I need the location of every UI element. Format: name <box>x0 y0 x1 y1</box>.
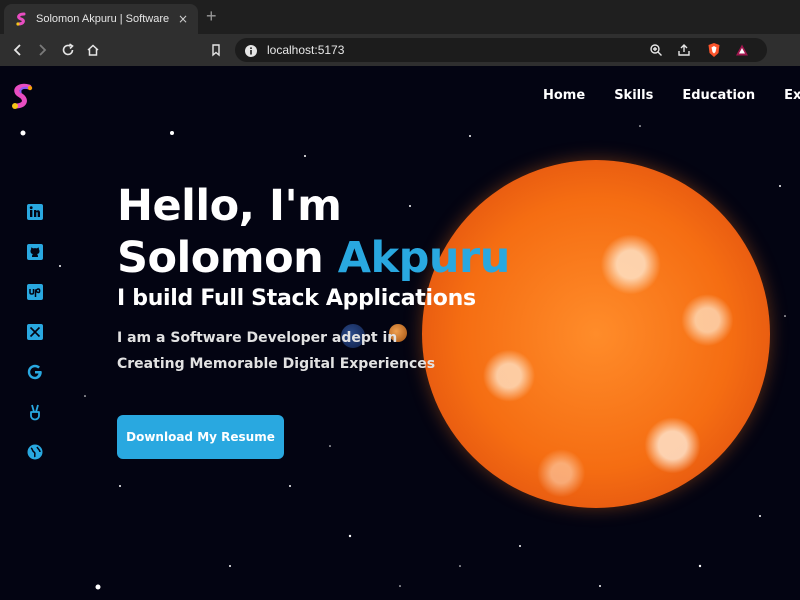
nav-home[interactable]: Home <box>543 88 585 103</box>
back-icon[interactable] <box>8 40 28 60</box>
address-bar[interactable]: localhost:5173 <box>235 38 767 62</box>
globe-icon[interactable] <box>25 442 45 462</box>
social-links <box>25 202 45 482</box>
favicon-icon <box>14 12 28 26</box>
share-icon[interactable] <box>676 42 692 58</box>
peace-icon[interactable] <box>25 402 45 422</box>
hero-last-name: Akpuru <box>337 233 511 283</box>
hero-subtitle: I build Full Stack Applications <box>117 286 476 311</box>
github-icon[interactable] <box>25 242 45 262</box>
new-tab-button[interactable]: + <box>206 6 217 27</box>
hero-heading: Hello, I'm Solomon Akpuru <box>117 180 510 284</box>
reload-icon[interactable] <box>58 40 78 60</box>
site-logo[interactable] <box>8 82 36 112</box>
brave-rewards-icon[interactable] <box>734 42 750 58</box>
forward-icon[interactable] <box>32 40 52 60</box>
linkedin-icon[interactable] <box>25 202 45 222</box>
hero-section: Hello, I'm Solomon Akpuru I build Full S… <box>117 180 510 377</box>
tab-close-icon[interactable]: × <box>178 12 188 26</box>
hero-name-line: Solomon Akpuru <box>117 232 510 284</box>
hero-greeting: Hello, I'm <box>117 181 342 231</box>
download-resume-button[interactable]: Download My Resume <box>117 415 284 459</box>
hero-first-name: Solomon <box>117 233 324 283</box>
nav-education[interactable]: Education <box>682 88 755 103</box>
google-icon[interactable] <box>25 362 45 382</box>
nav-skills[interactable]: Skills <box>614 88 653 103</box>
hero-desc-line2: Creating Memorable Digital Experiences <box>117 356 436 372</box>
tab-title: Solomon Akpuru | Software Eng <box>36 13 172 25</box>
site-info-icon[interactable] <box>244 43 258 57</box>
browser-tab-bar: Solomon Akpuru | Software Eng × + <box>0 0 800 34</box>
zoom-icon[interactable] <box>648 42 664 58</box>
home-icon[interactable] <box>83 40 103 60</box>
nav-experience[interactable]: Exper <box>784 88 800 103</box>
portfolio-page: Home Skills Education Exper Hello, I'm <box>0 66 800 600</box>
brave-shields-icon[interactable] <box>706 42 722 58</box>
url-text: localhost:5173 <box>267 43 345 57</box>
browser-toolbar: localhost:5173 <box>0 34 800 66</box>
bookmark-icon[interactable] <box>206 40 226 60</box>
main-nav: Home Skills Education Exper <box>543 88 800 103</box>
upwork-icon[interactable] <box>25 282 45 302</box>
hero-desc-line1: I am a Software Developer adept in <box>117 330 398 346</box>
browser-tab[interactable]: Solomon Akpuru | Software Eng × <box>4 4 198 34</box>
x-icon[interactable] <box>25 322 45 342</box>
hero-description: I am a Software Developer adept in Creat… <box>117 325 510 377</box>
